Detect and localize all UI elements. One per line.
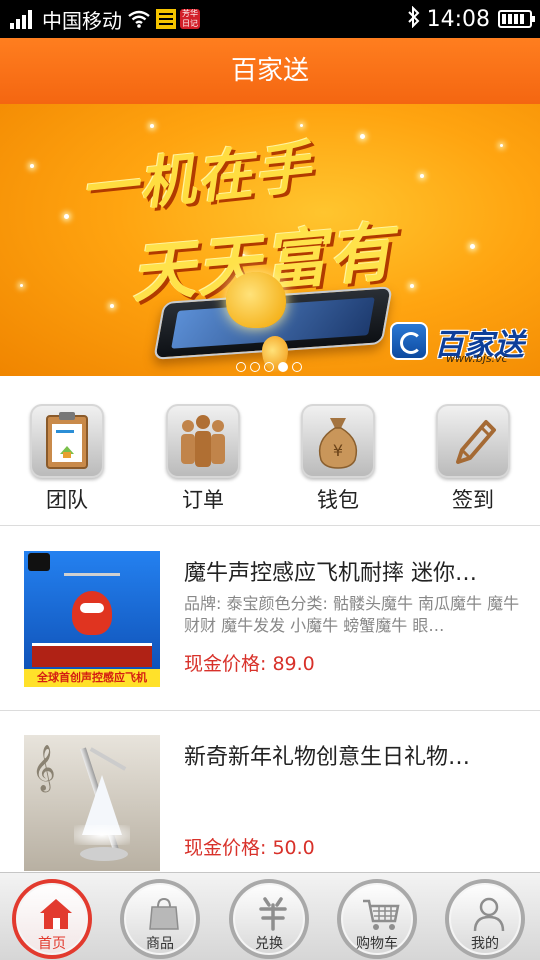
menu-item-orders[interactable]: 订单 bbox=[163, 404, 243, 514]
clock: 14:08 bbox=[426, 6, 490, 32]
user-icon bbox=[473, 897, 505, 932]
price-label: 现金价格: bbox=[184, 653, 267, 675]
money-bag-icon: ¥ bbox=[301, 404, 375, 478]
tab-label-home: 首页 bbox=[38, 936, 66, 952]
exchange-icon bbox=[259, 897, 287, 931]
people-icon bbox=[166, 404, 240, 478]
tab-label-products: 商品 bbox=[146, 936, 174, 952]
menu-label-wallet: 钱包 bbox=[317, 488, 359, 512]
product-card[interactable]: 全球首创声控感应飞机 魔牛声控感应飞机耐摔 迷你… 品牌: 泰宝颜色分类: 骷髅… bbox=[0, 527, 540, 711]
carousel-dot[interactable] bbox=[264, 362, 274, 372]
tab-home[interactable]: 首页 bbox=[12, 879, 92, 959]
menu-item-team[interactable]: 团队 bbox=[27, 404, 107, 514]
tab-label-profile: 我的 bbox=[471, 936, 499, 952]
promo-banner[interactable]: 一机在手 天天富有 百家送 www.bjs.vc bbox=[0, 104, 540, 376]
battery-icon bbox=[498, 10, 535, 28]
tab-label-exchange: 兑换 bbox=[255, 936, 283, 952]
menu-label-orders: 订单 bbox=[182, 488, 224, 512]
product-name[interactable]: 新奇新年礼物创意生日礼物… bbox=[184, 739, 514, 771]
brand-logo-icon bbox=[390, 322, 428, 360]
price-value: 89.0 bbox=[272, 653, 315, 675]
page-title: 百家送 bbox=[230, 56, 309, 86]
menu-item-wallet[interactable]: ¥ 钱包 bbox=[298, 404, 378, 514]
money-bag-illustration bbox=[226, 272, 286, 328]
menu-label-team: 团队 bbox=[46, 488, 88, 512]
carousel-indicator bbox=[236, 362, 306, 372]
carrier-name: 中国移动 bbox=[42, 8, 122, 33]
price-value: 50.0 bbox=[272, 837, 315, 859]
quick-menu: 团队 订单 ¥ 钱包 签到 bbox=[0, 376, 540, 526]
tab-products[interactable]: 商品 bbox=[120, 879, 200, 959]
notes-app-icon bbox=[156, 9, 176, 29]
clipboard-icon bbox=[30, 404, 104, 478]
svg-text:¥: ¥ bbox=[333, 441, 343, 460]
carousel-dot[interactable] bbox=[292, 362, 302, 372]
tab-label-cart: 购物车 bbox=[356, 936, 398, 952]
home-icon bbox=[40, 899, 72, 929]
product-description bbox=[184, 777, 520, 821]
carousel-dot-active[interactable] bbox=[278, 362, 288, 372]
tab-exchange[interactable]: 兑换 bbox=[229, 879, 309, 959]
product-image[interactable]: 𝄞 bbox=[24, 735, 160, 871]
product-image[interactable]: 全球首创声控感应飞机 bbox=[24, 551, 160, 687]
status-bar: 中国移动 芳华 日记 14:08 bbox=[0, 0, 540, 38]
product-price: 现金价格: 89.0 bbox=[184, 649, 315, 676]
menu-label-checkin: 签到 bbox=[452, 488, 494, 512]
cart-icon bbox=[363, 899, 400, 930]
carousel-dot[interactable] bbox=[250, 362, 260, 372]
price-label: 现金价格: bbox=[184, 837, 267, 859]
product-description: 品牌: 泰宝颜色分类: 骷髅头魔牛 南瓜魔牛 魔牛财财 魔牛发发 小魔牛 螃蟹魔… bbox=[184, 594, 520, 635]
tab-cart[interactable]: 购物车 bbox=[337, 879, 417, 959]
bluetooth-icon bbox=[407, 5, 421, 33]
pencil-icon bbox=[436, 404, 510, 478]
signal-icon bbox=[10, 9, 34, 29]
product-image-caption: 全球首创声控感应飞机 bbox=[24, 669, 160, 687]
product-card[interactable]: 𝄞 新奇新年礼物创意生日礼物… 现金价格: 50.0 bbox=[0, 711, 540, 895]
wifi-icon bbox=[128, 10, 150, 28]
tab-profile[interactable]: 我的 bbox=[445, 879, 525, 959]
shopping-bag-icon bbox=[149, 897, 179, 930]
app-header: 百家送 bbox=[0, 38, 540, 104]
diary-app-icon: 芳华 日记 bbox=[180, 9, 200, 29]
banner-brand-url: www.bjs.vc bbox=[446, 352, 508, 365]
product-name[interactable]: 魔牛声控感应飞机耐摔 迷你… bbox=[184, 555, 514, 587]
carousel-dot[interactable] bbox=[236, 362, 246, 372]
menu-item-checkin[interactable]: 签到 bbox=[433, 404, 513, 514]
bottom-tab-bar: 首页 商品 兑换 购物车 我的 bbox=[0, 872, 540, 960]
product-price: 现金价格: 50.0 bbox=[184, 833, 315, 860]
